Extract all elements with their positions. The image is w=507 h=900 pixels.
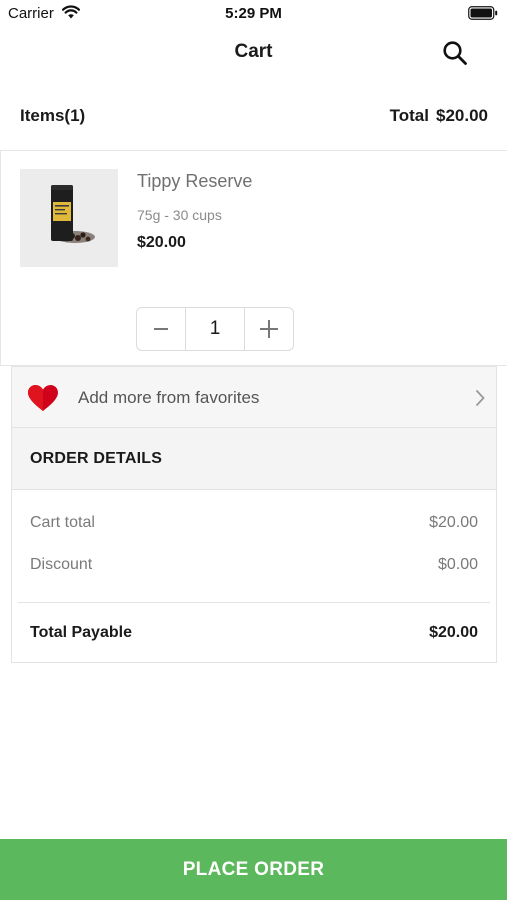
cart-total-value: $20.00 <box>429 514 478 531</box>
decrement-button[interactable] <box>137 308 185 350</box>
page-title: Cart <box>234 41 273 62</box>
cart-total-row: Cart total $20.00 <box>12 514 496 538</box>
total-label: Total <box>389 106 429 125</box>
favorites-label: Add more from favorites <box>78 388 260 407</box>
discount-label: Discount <box>30 556 93 573</box>
order-details-title: ORDER DETAILS <box>30 450 163 467</box>
order-details-panel: ORDER DETAILS Cart total $20.00 Discount… <box>11 427 497 663</box>
product-variant: 75g - 30 cups <box>137 207 222 223</box>
battery-icon <box>468 6 498 25</box>
heart-icon <box>26 384 60 417</box>
increment-button[interactable] <box>245 308 293 350</box>
cart-total-label: Cart total <box>30 514 95 531</box>
product-name[interactable]: Tippy Reserve <box>137 171 252 192</box>
quantity-value[interactable]: 1 <box>185 308 245 350</box>
clock: 5:29 PM <box>225 5 282 22</box>
product-image[interactable] <box>20 169 118 267</box>
status-bar: Carrier 5:29 PM <box>0 0 507 28</box>
cart-total-summary: Total $20.00 <box>390 106 488 126</box>
product-price: $20.00 <box>137 234 186 251</box>
minus-icon <box>154 328 169 330</box>
cart-summary: Items(1) Total $20.00 <box>0 104 507 130</box>
add-from-favorites-row[interactable]: Add more from favorites <box>11 366 497 428</box>
divider <box>18 602 490 603</box>
discount-row: Discount $0.00 <box>12 556 496 580</box>
nav-bar: Cart <box>0 30 507 76</box>
cart-screen: Carrier 5:29 PM Cart Items(1) Total $20.… <box>0 0 507 900</box>
total-value: $20.00 <box>436 106 488 125</box>
order-details-header: ORDER DETAILS <box>12 428 496 490</box>
total-payable-label: Total Payable <box>30 624 132 641</box>
search-icon[interactable] <box>441 39 469 67</box>
cart-item: Tippy Reserve 75g - 30 cups $20.00 1 <box>0 150 507 366</box>
chevron-right-icon <box>475 389 485 412</box>
discount-value: $0.00 <box>437 556 478 573</box>
place-order-button[interactable]: PLACE ORDER <box>0 839 507 900</box>
total-payable-value: $20.00 <box>429 624 478 641</box>
quantity-stepper: 1 <box>136 307 294 351</box>
plus-icon <box>259 320 278 338</box>
items-count: Items(1) <box>20 106 86 125</box>
